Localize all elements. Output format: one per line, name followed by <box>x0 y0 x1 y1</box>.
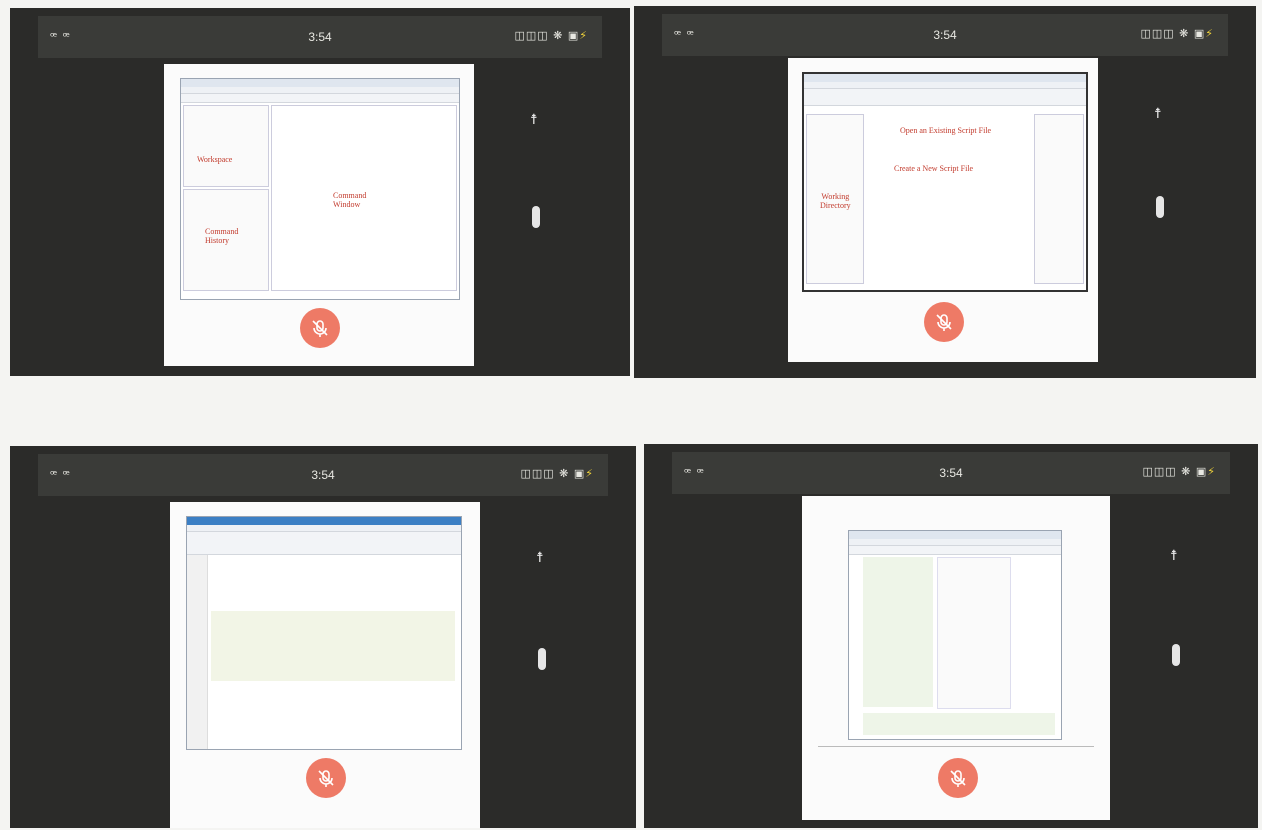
workspace-pane <box>183 105 269 187</box>
code-gutter <box>187 555 208 749</box>
phone-status-bar: ꟹ ꟹ 3:54 ◫◫◫ ❋ ▣⚡ <box>672 452 1230 494</box>
screenshot-panel-1: ꟹ ꟹ 3:54 ◫◫◫ ❋ ▣⚡ Workspace Command Wind… <box>10 8 630 376</box>
charging-icon: ⚡ <box>585 467 594 480</box>
slide-document: Workspace Command Window Command History <box>164 64 474 366</box>
slide-document <box>170 502 480 828</box>
accessibility-icon[interactable]: ☨ <box>1170 548 1178 564</box>
slide-document: Open an Existing Script File Create a Ne… <box>788 58 1098 362</box>
accessibility-icon[interactable]: ☨ <box>536 550 544 566</box>
matlab-window <box>848 530 1062 740</box>
mic-off-icon[interactable] <box>306 758 346 798</box>
status-right-icons: ◫◫◫ ❋ ▣⚡ <box>1142 465 1216 478</box>
status-right-icons: ◫◫◫ ❋ ▣⚡ <box>1140 27 1214 40</box>
divider-line <box>818 746 1094 747</box>
code-highlight <box>211 611 455 681</box>
accessibility-icon[interactable]: ☨ <box>530 112 538 128</box>
pill-icon[interactable] <box>1156 196 1164 218</box>
charging-icon: ⚡ <box>1205 27 1214 40</box>
phone-status-bar: ꟹ ꟹ 3:54 ◫◫◫ ❋ ▣⚡ <box>38 16 602 58</box>
mic-off-icon[interactable] <box>938 758 978 798</box>
pill-icon[interactable] <box>1172 644 1180 666</box>
pill-icon[interactable] <box>532 206 540 228</box>
annotation-command-window: Command Window <box>333 191 367 209</box>
screenshot-panel-3: ꟹ ꟹ 3:54 ◫◫◫ ❋ ▣⚡ ☨ <box>10 446 636 828</box>
matlab-window: Workspace Command Window Command History <box>180 78 460 300</box>
mic-off-icon[interactable] <box>924 302 964 342</box>
annotation-open-script: Open an Existing Script File <box>900 126 992 135</box>
pill-icon[interactable] <box>538 648 546 670</box>
annotation-command-history: Command History <box>205 227 239 245</box>
annotation-workspace: Workspace <box>197 155 233 164</box>
charging-icon: ⚡ <box>579 29 588 42</box>
annotation-new-script: Create a New Script File <box>894 164 974 173</box>
status-right-icons: ◫◫◫ ❋ ▣⚡ <box>520 467 594 480</box>
phone-status-bar: ꟹ ꟹ 3:54 ◫◫◫ ❋ ▣⚡ <box>662 14 1228 56</box>
charging-icon: ⚡ <box>1207 465 1216 478</box>
status-right-icons: ◫◫◫ ❋ ▣⚡ <box>514 29 588 42</box>
left-pane <box>863 557 933 707</box>
screenshot-panel-2: ꟹ ꟹ 3:54 ◫◫◫ ❋ ▣⚡ Open an Existing Scrip… <box>634 6 1256 378</box>
mic-off-icon[interactable] <box>300 308 340 348</box>
editor-window <box>186 516 462 750</box>
right-pane <box>1034 114 1084 284</box>
accessibility-icon[interactable]: ☨ <box>1154 106 1162 122</box>
slide-document <box>802 496 1110 820</box>
phone-status-bar: ꟹ ꟹ 3:54 ◫◫◫ ❋ ▣⚡ <box>38 454 608 496</box>
annotation-working-dir: Working Directory <box>820 192 851 210</box>
bottom-pane <box>863 713 1055 735</box>
screenshot-panel-4: ꟹ ꟹ 3:54 ◫◫◫ ❋ ▣⚡ ☨ <box>644 444 1258 828</box>
matlab-window: Open an Existing Script File Create a Ne… <box>802 72 1088 292</box>
middle-pane <box>937 557 1011 709</box>
